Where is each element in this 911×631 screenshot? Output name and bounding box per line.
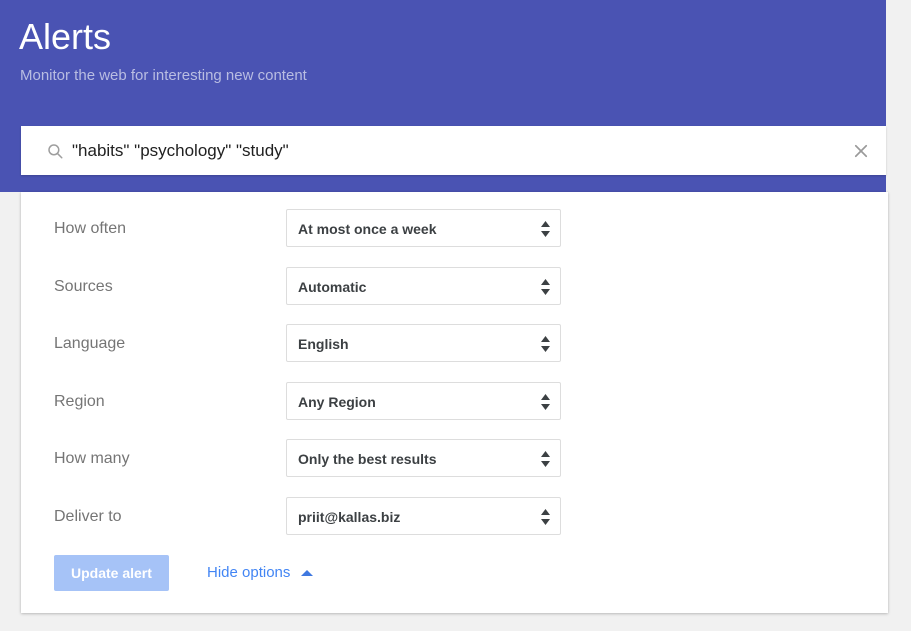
hide-options-link[interactable]: Hide options [207, 563, 313, 583]
form-row-sources: Sources Automatic [21, 262, 888, 320]
select-how-often[interactable]: At most once a week [286, 209, 561, 247]
options-card: How often At most once a week Sourc [21, 192, 888, 613]
select-region[interactable]: Any Region [286, 382, 561, 420]
chevron-up-icon [301, 570, 313, 576]
select-deliver-to-value: priit@kallas.biz [298, 508, 400, 526]
label-sources: Sources [54, 276, 113, 298]
form-row-deliver-to: Deliver to priit@kallas.biz [21, 492, 888, 550]
options-form: How often At most once a week Sourc [21, 204, 888, 549]
update-alert-button[interactable]: Update alert [54, 555, 169, 591]
select-region-value: Any Region [298, 393, 376, 411]
chevron-updown-icon [540, 278, 551, 296]
select-sources-box[interactable]: Automatic [286, 267, 561, 305]
select-how-many[interactable]: Only the best results [286, 439, 561, 477]
select-sources-value: Automatic [298, 278, 366, 296]
label-deliver-to: Deliver to [54, 506, 122, 528]
select-sources[interactable]: Automatic [286, 267, 561, 305]
card-actions: Update alert Hide options [21, 555, 888, 603]
select-how-many-value: Only the best results [298, 450, 436, 468]
search-input[interactable] [72, 126, 852, 175]
form-row-how-often: How often At most once a week [21, 204, 888, 262]
label-how-many: How many [54, 448, 130, 470]
page-subtitle: Monitor the web for interesting new cont… [20, 66, 307, 86]
form-row-how-many: How many Only the best results [21, 434, 888, 492]
page-header: Alerts Monitor the web for interesting n… [0, 0, 886, 192]
search-box[interactable] [21, 126, 886, 175]
select-how-many-box[interactable]: Only the best results [286, 439, 561, 477]
hide-options-label: Hide options [207, 563, 290, 583]
select-language[interactable]: English [286, 324, 561, 362]
select-deliver-to[interactable]: priit@kallas.biz [286, 497, 561, 535]
page-title: Alerts [19, 15, 111, 59]
select-region-box[interactable]: Any Region [286, 382, 561, 420]
label-region: Region [54, 391, 105, 413]
select-language-value: English [298, 335, 349, 353]
search-icon [46, 142, 64, 160]
close-icon[interactable] [850, 140, 872, 162]
label-language: Language [54, 333, 125, 355]
select-language-box[interactable]: English [286, 324, 561, 362]
chevron-updown-icon [540, 335, 551, 353]
chevron-updown-icon [540, 508, 551, 526]
select-how-often-value: At most once a week [298, 220, 437, 238]
select-deliver-to-box[interactable]: priit@kallas.biz [286, 497, 561, 535]
chevron-updown-icon [540, 220, 551, 238]
chevron-updown-icon [540, 450, 551, 468]
chevron-updown-icon [540, 393, 551, 411]
select-how-often-box[interactable]: At most once a week [286, 209, 561, 247]
form-row-region: Region Any Region [21, 377, 888, 435]
alerts-page: Alerts Monitor the web for interesting n… [0, 0, 911, 631]
label-how-often: How often [54, 218, 126, 240]
form-row-language: Language English [21, 319, 888, 377]
